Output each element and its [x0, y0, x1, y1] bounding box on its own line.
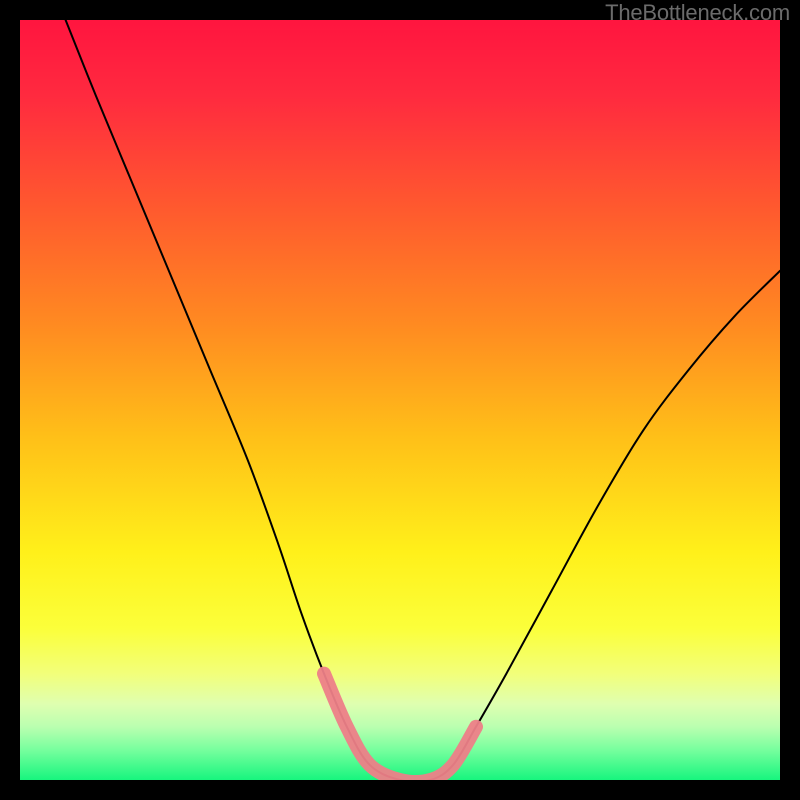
chart-svg: [20, 20, 780, 780]
attribution-watermark: TheBottleneck.com: [605, 0, 790, 26]
chart-frame: TheBottleneck.com: [0, 0, 800, 800]
plot-area: [20, 20, 780, 780]
